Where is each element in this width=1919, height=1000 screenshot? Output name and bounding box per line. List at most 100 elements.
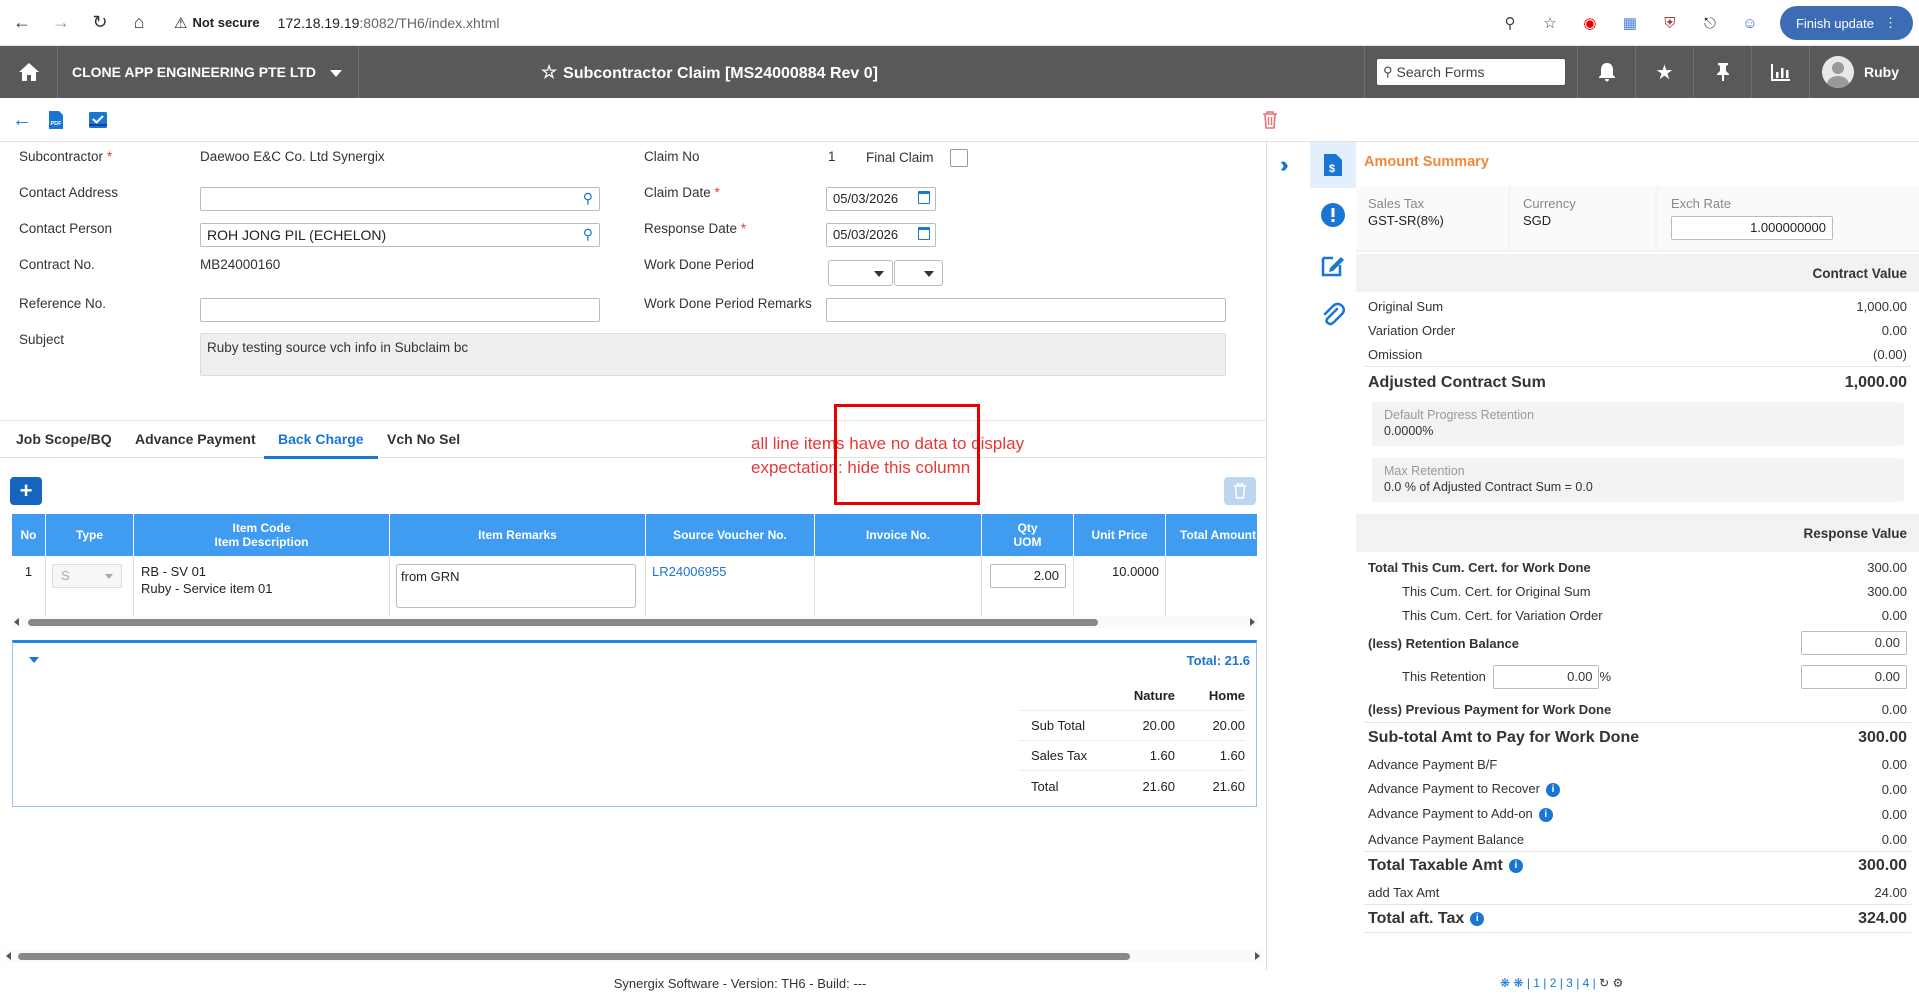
col-type[interactable]: Type <box>46 514 134 556</box>
response-date-field[interactable]: 05/03/2026 <box>826 223 936 247</box>
col-invoice-no[interactable]: Invoice No. <box>815 514 982 556</box>
info-icon[interactable]: i <box>1508 858 1523 873</box>
tab-job-scope[interactable]: Job Scope/BQ <box>2 421 126 459</box>
this-retention-value-field[interactable]: 0.00 <box>1801 665 1907 689</box>
delete-trash-icon[interactable] <box>1258 108 1282 132</box>
info-icon[interactable]: i <box>1538 807 1553 822</box>
col-item-code[interactable]: Item Code Item Description <box>134 514 390 556</box>
work-done-period-from-select[interactable] <box>828 260 893 286</box>
row-item-code: RB - SV 01 <box>141 564 207 579</box>
grid-horizontal-scrollbar[interactable] <box>12 616 1257 628</box>
subject-field[interactable]: Ruby testing source vch info in Subclaim… <box>200 333 1226 376</box>
pdf-icon[interactable]: PDF <box>44 108 68 132</box>
attachment-clip-icon[interactable] <box>1310 292 1356 338</box>
back-arrow-icon[interactable]: ← <box>10 108 34 132</box>
save-tray-icon[interactable] <box>86 108 110 132</box>
analytics-chart-icon[interactable] <box>1751 46 1809 98</box>
retention-balance-field[interactable]: 0.00 <box>1801 631 1907 655</box>
work-done-remarks-field[interactable] <box>826 298 1226 322</box>
reference-no-field[interactable] <box>200 298 600 322</box>
contact-address-field[interactable]: ⚲ <box>200 187 600 211</box>
add-line-button[interactable]: + <box>10 477 42 505</box>
delete-line-button[interactable] <box>1224 477 1256 505</box>
forward-icon[interactable]: → <box>44 6 78 40</box>
search-forms-input[interactable]: ⚲ Search Forms <box>1377 59 1565 85</box>
subcontractor-label: Subcontractor * <box>19 149 113 164</box>
tab-advance-payment[interactable]: Advance Payment <box>121 421 270 459</box>
alert-info-icon[interactable] <box>1310 192 1356 238</box>
reload-icon[interactable]: ↻ <box>83 6 117 40</box>
settings-icon[interactable]: ⚙ <box>1613 976 1624 990</box>
pin-icon[interactable] <box>1693 46 1751 98</box>
info-icon[interactable]: i <box>1470 911 1485 926</box>
table-row[interactable]: 1 S RB - SV 01 Ruby - Service item 01 fr… <box>12 556 1257 618</box>
row-item-desc: Ruby - Service item 01 <box>141 581 273 596</box>
total-aft-tax-label-group: Total aft. Tax i <box>1368 910 1485 928</box>
main-horizontal-scrollbar[interactable] <box>4 950 1262 962</box>
profile-icon[interactable]: ☺ <box>1737 10 1763 36</box>
calendar-icon[interactable] <box>918 227 930 240</box>
scroll-right-icon[interactable] <box>1255 952 1260 960</box>
home-icon[interactable]: ⌂ <box>122 6 156 40</box>
col-qty-uom[interactable]: Qty UOM <box>982 514 1074 556</box>
search-icon[interactable]: ⚲ <box>583 190 593 207</box>
search-icon[interactable]: ⚲ <box>583 226 593 243</box>
amount-summary-icon[interactable]: $ <box>1310 142 1356 188</box>
scroll-right-icon[interactable] <box>1250 618 1255 626</box>
opera-extension-icon[interactable]: ◉ <box>1577 10 1603 36</box>
exch-rate-field[interactable]: 1.000000000 <box>1671 216 1833 240</box>
security-indicator[interactable]: ⚠ Not secure <box>174 14 260 32</box>
layout-icon[interactable]: ❋ <box>1500 976 1510 990</box>
col-unit-price[interactable]: Unit Price <box>1074 514 1166 556</box>
this-retention-pct-field[interactable]: 0.00 <box>1493 665 1600 689</box>
extensions-puzzle-icon[interactable]: ⎋ <box>1697 10 1723 36</box>
claim-date-field[interactable]: 05/03/2026 <box>826 187 936 211</box>
translate-extension-icon[interactable]: ▦ <box>1617 10 1643 36</box>
ublock-extension-icon[interactable]: ⛨ <box>1657 10 1683 36</box>
refresh-icon[interactable]: ↻ <box>1599 976 1609 990</box>
scroll-left-icon[interactable] <box>14 618 19 626</box>
back-icon[interactable]: ← <box>5 6 39 40</box>
scroll-thumb[interactable] <box>28 619 1098 626</box>
collapse-chevron-icon[interactable] <box>29 657 39 663</box>
work-done-period-to-select[interactable] <box>894 260 943 286</box>
tab-back-charge[interactable]: Back Charge <box>264 421 378 459</box>
app-home-button[interactable] <box>0 46 58 98</box>
col-no[interactable]: No <box>12 514 46 556</box>
bookmark-star-icon[interactable]: ☆ <box>1537 10 1563 36</box>
total-aft-tax-row: Total aft. Tax i 324.00 <box>1368 907 1907 931</box>
scroll-left-icon[interactable] <box>6 952 11 960</box>
final-claim-checkbox[interactable] <box>950 149 968 167</box>
row-total-amount <box>1166 556 1257 617</box>
cum-original-value: 300.00 <box>1867 583 1907 599</box>
double-chevron-right-icon[interactable]: ›› <box>1280 152 1288 178</box>
bell-icon[interactable] <box>1577 46 1635 98</box>
favorites-star-icon[interactable]: ★ <box>1635 46 1693 98</box>
amount-summary-title: Amount Summary <box>1364 154 1489 170</box>
retention-balance-label: (less) Retention Balance <box>1368 635 1519 651</box>
zoom-icon[interactable]: ⚲ <box>1497 10 1523 36</box>
finish-update-button[interactable]: Finish update ⋮ <box>1779 6 1913 40</box>
scroll-thumb[interactable] <box>18 953 1130 960</box>
work-done-period-label: Work Done Period <box>644 257 755 272</box>
cum-vo-row: This Cum. Cert. for Variation Order 0.00 <box>1368 603 1907 627</box>
favorite-star-icon[interactable]: ☆ <box>541 62 557 82</box>
row-remarks-field[interactable]: from GRN <box>396 564 636 608</box>
page-links[interactable]: | 1 | 2 | 3 | 4 | <box>1527 976 1596 990</box>
prev-payment-label: (less) Previous Payment for Work Done <box>1368 701 1612 717</box>
user-menu[interactable]: Ruby <box>1809 46 1919 98</box>
row-qty-field[interactable]: 2.00 <box>990 564 1066 588</box>
col-total-amount[interactable]: Total Amount <box>1166 514 1257 556</box>
address-bar[interactable]: 172.18.19.19:8082/TH6/index.xhtml <box>278 15 500 31</box>
company-selector[interactable]: CLONE APP ENGINEERING PTE LTD <box>58 46 359 98</box>
col-source-voucher[interactable]: Source Voucher No. <box>646 514 815 556</box>
calendar-icon[interactable] <box>918 191 930 204</box>
col-item-remarks[interactable]: Item Remarks <box>390 514 646 556</box>
row-source-voucher-link[interactable]: LR24006955 <box>652 564 726 579</box>
tab-vch-no-sel[interactable]: Vch No Sel <box>373 421 474 459</box>
info-icon[interactable]: i <box>1545 782 1560 797</box>
row-type-select[interactable]: S <box>52 564 122 588</box>
edit-note-icon[interactable] <box>1310 242 1356 288</box>
contact-person-field[interactable]: ROH JONG PIL (ECHELON) ⚲ <box>200 223 600 247</box>
layout-alt-icon[interactable]: ❋ <box>1513 976 1523 990</box>
